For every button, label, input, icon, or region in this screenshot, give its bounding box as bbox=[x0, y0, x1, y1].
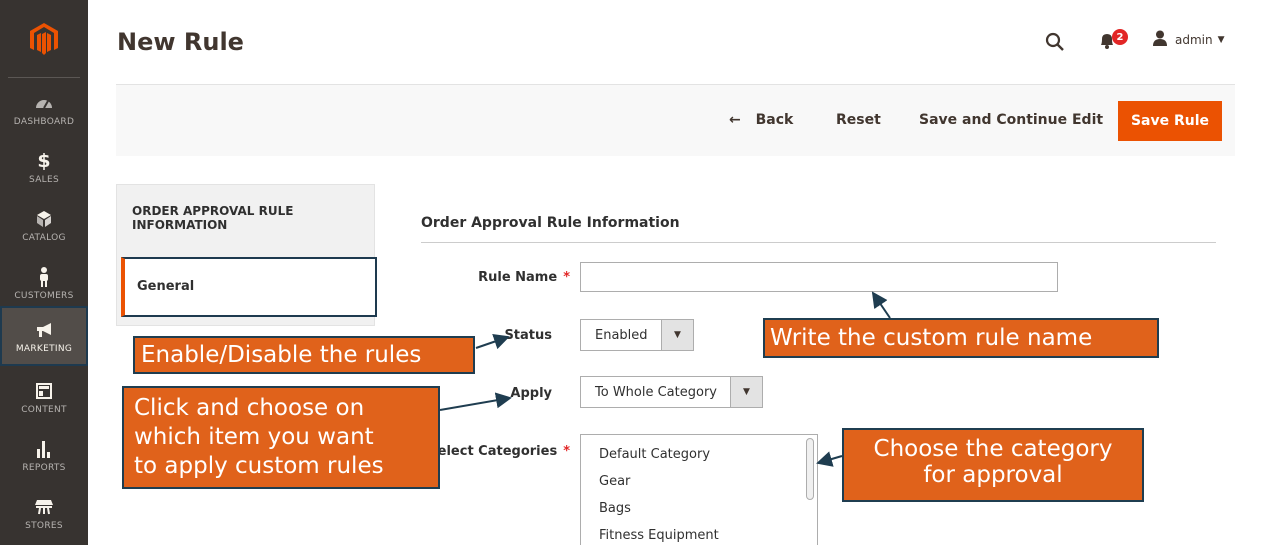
sidebar-divider bbox=[8, 77, 80, 78]
person-icon bbox=[38, 266, 50, 288]
category-option[interactable]: Fitness Equipment bbox=[599, 528, 719, 543]
tab-general[interactable]: General bbox=[121, 257, 377, 317]
layout-icon bbox=[36, 380, 52, 402]
status-select[interactable]: Enabled ▼ bbox=[580, 319, 694, 351]
annotation-line: Choose the category bbox=[873, 436, 1113, 462]
page-actions-bar: ← Back Reset Save and Continue Edit Save… bbox=[116, 84, 1235, 156]
tab-general-label: General bbox=[137, 279, 195, 294]
sidebar-item-sales[interactable]: $ SALES bbox=[0, 138, 88, 196]
megaphone-icon bbox=[35, 319, 53, 341]
annotation-choose-category: Choose the category for approval bbox=[842, 428, 1144, 502]
required-mark: * bbox=[563, 444, 570, 459]
user-name: admin bbox=[1175, 33, 1213, 47]
required-mark: * bbox=[563, 270, 570, 285]
annotation-enable-disable: Enable/Disable the rules bbox=[133, 336, 475, 374]
arrow-to-categories bbox=[816, 451, 843, 467]
annotation-line: Click and choose on bbox=[134, 395, 365, 421]
sidebar-item-catalog[interactable]: CATALOG bbox=[0, 196, 88, 254]
sidebar-item-label: STORES bbox=[25, 520, 63, 531]
user-menu[interactable]: admin ▼ bbox=[1152, 30, 1225, 50]
sidebar-item-marketing[interactable]: MARKETING bbox=[0, 306, 88, 366]
notification-badge[interactable]: 2 bbox=[1112, 29, 1128, 45]
scrollbar-thumb[interactable] bbox=[806, 438, 814, 500]
bar-chart-icon bbox=[36, 438, 52, 460]
annotation-choose-item: Click and choose on which item you want … bbox=[122, 386, 440, 489]
save-and-continue-button[interactable]: Save and Continue Edit bbox=[919, 112, 1103, 128]
magento-logo-icon[interactable] bbox=[0, 0, 88, 78]
annotation-rule-name: Write the custom rule name bbox=[763, 318, 1159, 358]
category-option[interactable]: Bags bbox=[599, 501, 631, 516]
categories-label: Select Categories * bbox=[428, 444, 570, 459]
arrow-to-rule-name bbox=[871, 291, 891, 319]
rule-name-input[interactable] bbox=[580, 262, 1058, 292]
dashboard-gauge-icon bbox=[35, 92, 53, 114]
annotation-line: for approval bbox=[923, 462, 1063, 488]
category-option[interactable]: Gear bbox=[599, 474, 630, 489]
page-root: DASHBOARD $ SALES CATALOG CUSTOMERS MARK… bbox=[0, 0, 1269, 545]
apply-label: Apply bbox=[510, 386, 552, 401]
rule-tabs: ORDER APPROVAL RULE INFORMATION General bbox=[116, 184, 377, 326]
reset-button[interactable]: Reset bbox=[836, 112, 881, 128]
annotation-line: to apply custom rules bbox=[134, 453, 384, 479]
apply-select[interactable]: To Whole Category ▼ bbox=[580, 376, 763, 408]
caret-down-icon: ▼ bbox=[1217, 35, 1225, 45]
rule-name-label: Rule Name * bbox=[478, 270, 570, 285]
form-section-title: Order Approval Rule Information bbox=[421, 215, 680, 231]
sidebar-item-content[interactable]: CONTENT bbox=[0, 368, 88, 426]
sidebar-item-dashboard[interactable]: DASHBOARD bbox=[0, 80, 88, 138]
section-divider bbox=[421, 242, 1216, 243]
sidebar-item-label: CATALOG bbox=[22, 232, 66, 243]
store-icon bbox=[34, 496, 54, 518]
page-title: New Rule bbox=[117, 28, 244, 56]
admin-sidebar: DASHBOARD $ SALES CATALOG CUSTOMERS MARK… bbox=[0, 0, 88, 545]
apply-value: To Whole Category bbox=[595, 385, 717, 400]
categories-multiselect[interactable]: Default Category Gear Bags Fitness Equip… bbox=[580, 434, 818, 545]
sidebar-item-stores[interactable]: STORES bbox=[0, 484, 88, 542]
status-value: Enabled bbox=[595, 328, 648, 343]
arrow-left-icon: ← bbox=[729, 112, 741, 128]
cube-icon bbox=[36, 208, 52, 230]
search-icon[interactable] bbox=[1045, 32, 1065, 56]
user-icon bbox=[1152, 30, 1168, 50]
caret-down-icon: ▼ bbox=[661, 320, 693, 350]
save-rule-button[interactable]: Save Rule bbox=[1118, 101, 1222, 141]
annotation-line: which item you want bbox=[134, 424, 374, 450]
sidebar-item-label: SALES bbox=[29, 174, 59, 185]
sidebar-item-label: CUSTOMERS bbox=[14, 290, 74, 301]
dollar-icon: $ bbox=[37, 149, 51, 172]
sidebar-item-label: REPORTS bbox=[22, 462, 66, 473]
sidebar-item-reports[interactable]: REPORTS bbox=[0, 426, 88, 484]
category-option[interactable]: Default Category bbox=[599, 447, 710, 462]
sidebar-item-customers[interactable]: CUSTOMERS bbox=[0, 254, 88, 312]
caret-down-icon: ▼ bbox=[730, 377, 762, 407]
tabs-section-title: ORDER APPROVAL RULE INFORMATION bbox=[132, 204, 294, 232]
sidebar-item-label: MARKETING bbox=[15, 343, 73, 354]
sidebar-item-label: DASHBOARD bbox=[13, 116, 75, 127]
back-button[interactable]: ← Back bbox=[729, 112, 793, 128]
sidebar-item-label: CONTENT bbox=[21, 404, 67, 415]
back-label: Back bbox=[755, 112, 794, 128]
